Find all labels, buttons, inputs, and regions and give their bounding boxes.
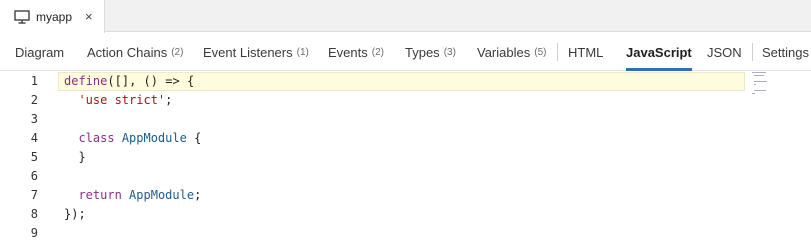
tab-count: (1) bbox=[296, 46, 309, 58]
tab-count: (2) bbox=[371, 46, 384, 58]
minimap[interactable] bbox=[752, 72, 798, 102]
minimap-line bbox=[754, 84, 756, 85]
line-number: 1 bbox=[30, 74, 38, 88]
punctuation-token: { bbox=[186, 74, 195, 88]
punctuation-token: > bbox=[172, 74, 180, 88]
code-line[interactable]: } bbox=[64, 148, 86, 167]
punctuation-token: ( bbox=[107, 74, 115, 88]
tab-label: JavaScript bbox=[626, 44, 692, 60]
keyword-token: define bbox=[64, 74, 108, 88]
code-line[interactable]: return AppModule; bbox=[64, 186, 201, 205]
punctuation-token: ; bbox=[194, 188, 202, 202]
minimap-line bbox=[754, 75, 764, 76]
line-number: 3 bbox=[30, 112, 38, 126]
tab-types[interactable]: Types (3) bbox=[405, 33, 456, 71]
punctuation-token: ; bbox=[78, 207, 86, 221]
minimap-line bbox=[754, 90, 766, 91]
punctuation-token: { bbox=[194, 131, 202, 145]
tab-javascript[interactable]: JavaScript bbox=[626, 33, 692, 71]
minimap-line bbox=[752, 72, 766, 73]
tab-divider bbox=[557, 43, 558, 61]
keyword-token: class bbox=[78, 131, 115, 145]
tab-action-chains[interactable]: Action Chains (2) bbox=[87, 33, 183, 71]
tab-label: Variables bbox=[477, 44, 531, 60]
punctuation-token: , bbox=[129, 74, 137, 88]
tab-count: (2) bbox=[171, 46, 184, 58]
tab-html[interactable]: HTML bbox=[568, 33, 603, 71]
identifier-token: AppModule bbox=[129, 188, 195, 202]
minimap-line bbox=[754, 81, 767, 82]
punctuation-token: ] bbox=[121, 74, 130, 88]
punctuation-token: ( bbox=[143, 74, 151, 88]
line-number: 4 bbox=[30, 131, 38, 145]
punctuation-token: [ bbox=[114, 74, 122, 88]
tab-label: JSON bbox=[707, 44, 742, 60]
code-line[interactable]: }); bbox=[64, 205, 86, 224]
string-token: 'use strict' bbox=[78, 93, 166, 107]
line-number: 9 bbox=[30, 226, 38, 240]
code-line[interactable]: define([], () => { bbox=[64, 72, 194, 91]
tab-events[interactable]: Events (2) bbox=[328, 33, 384, 71]
punctuation-token: ; bbox=[165, 93, 173, 107]
tab-diagram[interactable]: Diagram bbox=[15, 33, 64, 71]
tab-label: Event Listeners bbox=[203, 44, 293, 60]
punctuation-token: } bbox=[78, 150, 86, 164]
minimap-line bbox=[752, 93, 755, 94]
punctuation-token: ) bbox=[150, 74, 158, 88]
line-number: 8 bbox=[30, 207, 38, 221]
keyword-token: return bbox=[78, 188, 122, 202]
tab-settings[interactable]: Settings bbox=[762, 33, 809, 71]
code-editor[interactable]: 1 2 3 4 5 6 7 8 9 define([], () => { 'us… bbox=[0, 72, 811, 248]
line-number: 5 bbox=[30, 150, 38, 164]
line-number: 6 bbox=[30, 169, 38, 183]
code-line[interactable]: 'use strict'; bbox=[64, 91, 172, 110]
tab-count: (3) bbox=[443, 46, 456, 58]
tab-count: (5) bbox=[534, 46, 547, 58]
tab-variables[interactable]: Variables (5) bbox=[477, 33, 546, 71]
tab-json[interactable]: JSON bbox=[707, 33, 742, 71]
file-tab-strip: myapp × bbox=[0, 0, 811, 33]
code-line[interactable]: class AppModule { bbox=[64, 129, 201, 148]
monitor-icon bbox=[14, 9, 30, 24]
close-icon[interactable]: × bbox=[85, 10, 93, 23]
file-tab-label: myapp bbox=[36, 9, 73, 24]
tab-label: Diagram bbox=[15, 44, 65, 60]
editor-tabs: Diagram Action Chains (2) Event Listener… bbox=[0, 33, 811, 71]
tab-label: Action Chains bbox=[87, 44, 168, 60]
tab-label: HTML bbox=[568, 44, 604, 60]
tab-event-listeners[interactable]: Event Listeners (1) bbox=[203, 33, 309, 71]
tab-label: Types bbox=[405, 44, 440, 60]
line-number: 2 bbox=[30, 93, 38, 107]
tab-divider bbox=[752, 43, 753, 61]
identifier-token: AppModule bbox=[121, 131, 187, 145]
line-number: 7 bbox=[30, 188, 38, 202]
tab-label: Settings bbox=[762, 44, 809, 60]
tab-label: Events bbox=[328, 44, 368, 60]
file-tab-myapp[interactable]: myapp × bbox=[0, 0, 105, 33]
